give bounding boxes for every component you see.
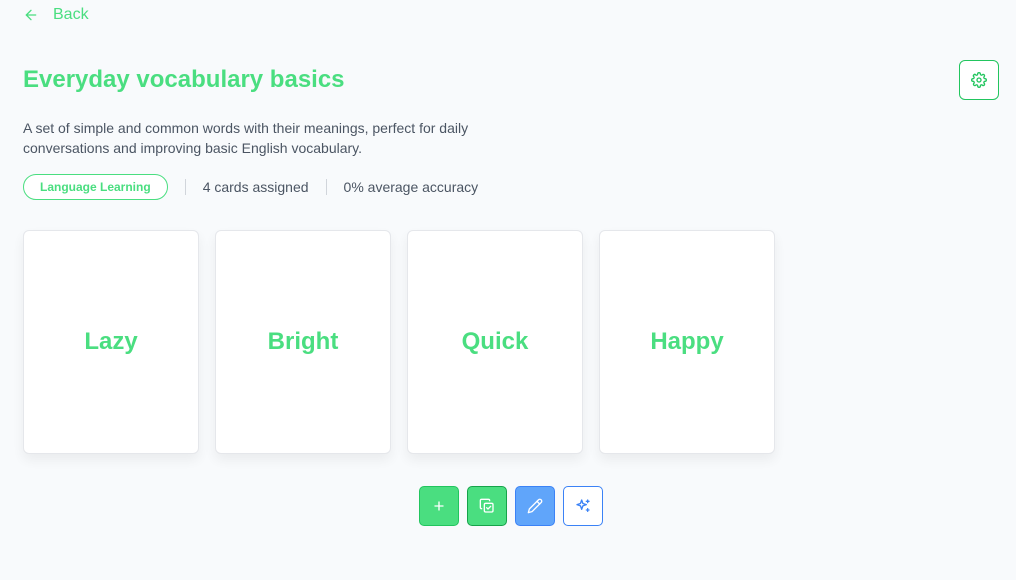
ai-generate-button[interactable] (563, 486, 603, 526)
flashcard-word: Happy (650, 328, 724, 355)
flashcard[interactable]: Lazy (23, 230, 199, 454)
flashcard-word: Quick (461, 328, 529, 355)
copy-deck-button[interactable] (467, 486, 507, 526)
meta-divider (184, 179, 186, 195)
meta-divider (325, 179, 327, 195)
deck-meta: Language Learning 4 cards assigned 0% av… (23, 174, 478, 200)
page-title: Everyday vocabulary basics (23, 66, 345, 93)
average-accuracy: 0% average accuracy (343, 179, 479, 195)
pencil-icon (527, 498, 543, 514)
add-card-button[interactable] (419, 486, 459, 526)
flashcard-word: Bright (267, 328, 339, 355)
category-badge: Language Learning (23, 174, 168, 200)
deck-actions (419, 486, 603, 526)
sparkles-icon (576, 499, 590, 512)
gear-icon (971, 72, 987, 88)
plus-icon (434, 501, 444, 511)
cards-assigned-count: 4 cards assigned (202, 179, 309, 195)
deck-description: A set of simple and common words with th… (23, 120, 469, 156)
edit-deck-button[interactable] (515, 486, 555, 526)
flashcard-list: Lazy Bright Quick Happy (23, 230, 775, 454)
back-label: Back (53, 6, 89, 23)
flashcard[interactable]: Bright (215, 230, 391, 454)
flashcard[interactable]: Happy (599, 230, 775, 454)
back-link[interactable]: Back (23, 6, 89, 24)
flashcard-word: Lazy (84, 328, 138, 355)
flashcard[interactable]: Quick (407, 230, 583, 454)
settings-button[interactable] (959, 60, 999, 100)
copy-check-icon (479, 498, 494, 513)
arrow-left-icon (25, 9, 37, 21)
